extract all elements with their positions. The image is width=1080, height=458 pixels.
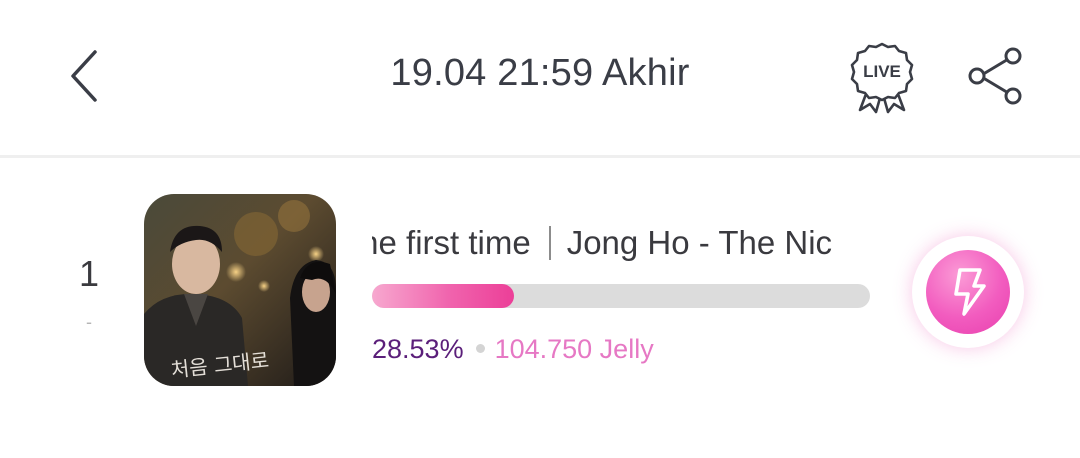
share-icon	[968, 47, 1022, 105]
artist-name: Jong Ho - The Nic	[566, 224, 833, 261]
page-title: 19.04 21:59 Akhir	[390, 52, 690, 94]
top-bar: 19.04 21:59 Akhir LIVE	[0, 0, 1080, 158]
album-cover-image: 처음 그대로	[144, 194, 336, 386]
jelly-count: 104.750 Jelly	[494, 334, 654, 364]
vote-progress-bar	[372, 284, 870, 308]
song-info: The first time Jong Ho - The Nic	[372, 220, 872, 270]
lightning-icon	[954, 268, 986, 316]
vote-boost-button[interactable]	[912, 236, 1024, 348]
album-cover[interactable]: 처음 그대로	[144, 194, 336, 386]
live-button[interactable]: LIVE	[848, 40, 916, 114]
vote-percent: 28.53%	[372, 334, 464, 364]
boost-button-inner	[926, 250, 1010, 334]
rank-change: -	[86, 312, 92, 332]
chart-entry-row[interactable]: 1 - 처음 그대로 e first time Jong Ho - The Ni…	[0, 160, 1080, 458]
live-badge-icon: LIVE	[850, 42, 914, 114]
rank-number: 1	[78, 253, 100, 294]
song-title: The first time	[372, 224, 531, 261]
vote-stats: 28.53% 104.750 Jelly	[372, 334, 654, 365]
stats-separator-dot	[475, 344, 485, 353]
svg-text:LIVE: LIVE	[863, 62, 901, 81]
share-button[interactable]	[964, 44, 1028, 108]
title-artist-divider	[548, 226, 551, 260]
vote-progress-fill	[372, 284, 515, 308]
